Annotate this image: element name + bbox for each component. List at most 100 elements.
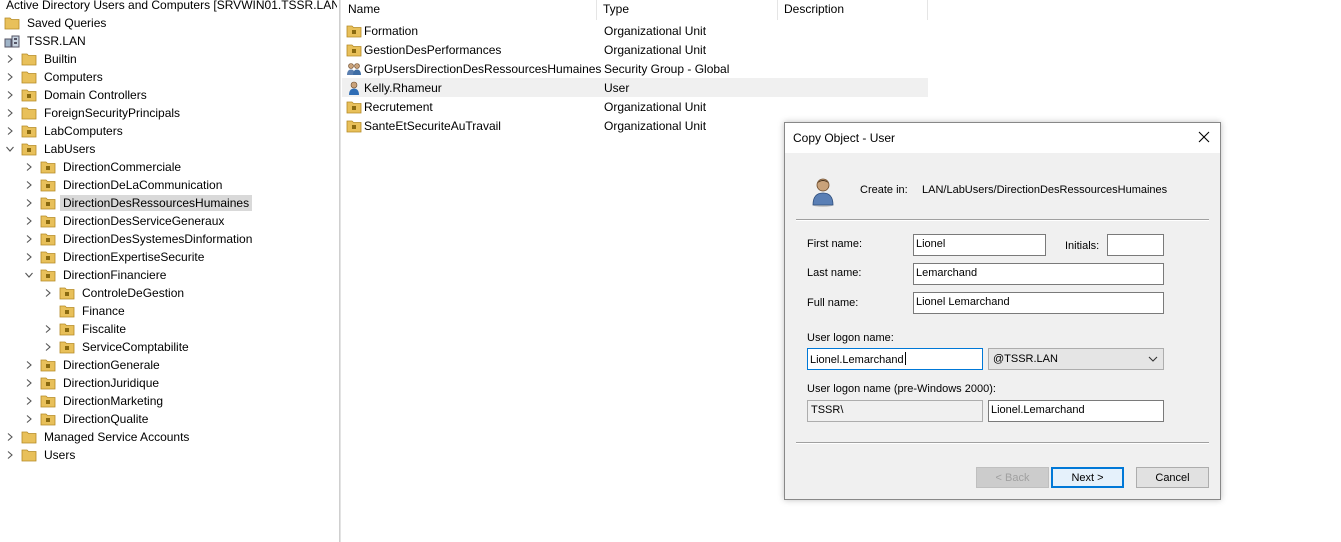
tree-item-direction-commerciale[interactable]: DirectionCommerciale — [23, 158, 184, 176]
list-row-name: Kelly.Rhameur — [364, 80, 442, 95]
chevron-right-icon[interactable] — [42, 320, 54, 338]
chevron-right-icon[interactable] — [4, 86, 16, 104]
separator — [796, 442, 1209, 444]
tree-item-lab-computers[interactable]: LabComputers — [4, 122, 126, 140]
tree-item-direction-communication[interactable]: DirectionDeLaCommunication — [23, 176, 225, 194]
tree-item-computers[interactable]: Computers — [4, 68, 106, 86]
tree-item-users[interactable]: Users — [4, 446, 78, 464]
tree-item-direction-financiere[interactable]: DirectionFinanciere — [23, 266, 169, 284]
chevron-right-icon[interactable] — [42, 284, 54, 302]
list-row[interactable]: Kelly.Rhameur User — [342, 78, 928, 97]
close-icon[interactable] — [1196, 129, 1212, 145]
chevron-right-icon[interactable] — [4, 104, 16, 122]
logon-name-value: Lionel.Lemarchand — [810, 354, 904, 366]
next-button[interactable]: Next > — [1051, 467, 1124, 488]
dialog-titlebar[interactable]: Copy Object - User — [785, 123, 1220, 153]
logon-domain-value: @TSSR.LAN — [993, 353, 1058, 365]
tree-item-fiscalite[interactable]: Fiscalite — [42, 320, 129, 338]
column-header-type[interactable]: Type — [597, 0, 778, 20]
logon-domain-select[interactable]: @TSSR.LAN — [988, 348, 1164, 370]
last-name-field[interactable]: Lemarchand — [913, 263, 1164, 285]
tree-item-direction-ressources-humaines[interactable]: DirectionDesRessourcesHumaines — [23, 194, 253, 212]
tree-item-foreign-security-principals[interactable]: ForeignSecurityPrincipals — [4, 104, 183, 122]
chevron-right-icon[interactable] — [23, 356, 35, 374]
separator — [796, 219, 1209, 221]
tree-item-domain[interactable]: TSSR.LAN — [4, 32, 89, 50]
tree-item-service-comptabilite[interactable]: ServiceComptabilite — [42, 338, 192, 356]
full-name-label: Full name: — [807, 297, 859, 309]
tree-item-managed-service-accounts[interactable]: Managed Service Accounts — [4, 428, 192, 446]
console-tree: Active Directory Users and Computers [SR… — [0, 0, 337, 542]
full-name-field[interactable]: Lionel Lemarchand — [913, 292, 1164, 314]
chevron-right-icon[interactable] — [4, 122, 16, 140]
folder-icon — [21, 448, 37, 462]
chevron-right-icon[interactable] — [42, 338, 54, 356]
tree-item-direction-generale[interactable]: DirectionGenerale — [23, 356, 163, 374]
tree-item-direction-systemes-information[interactable]: DirectionDesSystemesDinformation — [23, 230, 255, 248]
chevron-right-icon[interactable] — [4, 68, 16, 86]
list-row[interactable]: Formation Organizational Unit — [342, 21, 928, 40]
list-row-name: GrpUsersDirectionDesRessourcesHumaines — [364, 61, 602, 76]
initials-field[interactable] — [1107, 234, 1164, 256]
tree-item-label: DirectionMarketing — [63, 394, 164, 408]
chevron-down-icon — [1147, 353, 1159, 365]
group-icon — [346, 62, 362, 76]
list-row-name: Recrutement — [364, 99, 433, 114]
column-header-name[interactable]: Name — [342, 0, 597, 20]
tree-item-direction-marketing[interactable]: DirectionMarketing — [23, 392, 166, 410]
chevron-right-icon[interactable] — [23, 158, 35, 176]
prewin-logon-field[interactable]: Lionel.Lemarchand — [988, 400, 1164, 422]
list-row[interactable]: Recrutement Organizational Unit — [342, 97, 928, 116]
list-row[interactable]: GrpUsersDirectionDesRessourcesHumaines S… — [342, 59, 928, 78]
tree-item-direction-service-generaux[interactable]: DirectionDesServiceGeneraux — [23, 212, 227, 230]
chevron-right-icon[interactable] — [23, 230, 35, 248]
dialog-title: Copy Object - User — [793, 131, 896, 145]
tree-item-label: LabComputers — [44, 124, 123, 138]
chevron-right-icon[interactable] — [23, 410, 35, 428]
chevron-right-icon[interactable] — [4, 446, 16, 464]
column-header-description[interactable]: Description — [778, 0, 928, 20]
pane-splitter[interactable] — [339, 0, 341, 542]
user-icon — [346, 81, 362, 95]
tree-item-direction-expertise-securite[interactable]: DirectionExpertiseSecurite — [23, 248, 207, 266]
tree-item-label: Finance — [82, 304, 125, 318]
tree-item-label: DirectionQualite — [63, 412, 149, 426]
chevron-right-icon[interactable] — [4, 428, 16, 446]
tree-item-label: Fiscalite — [82, 322, 127, 336]
back-button[interactable]: < Back — [976, 467, 1049, 488]
first-name-field[interactable]: Lionel — [913, 234, 1046, 256]
tree-item-label: Managed Service Accounts — [44, 430, 190, 444]
tree-item-finance[interactable]: Finance — [59, 302, 128, 320]
tree-item-label: Builtin — [44, 52, 77, 66]
list-row-type: Organizational Unit — [604, 118, 707, 133]
console-root-title[interactable]: Active Directory Users and Computers [SR… — [6, 0, 337, 12]
chevron-down-icon[interactable] — [23, 266, 35, 284]
tree-item-direction-qualite[interactable]: DirectionQualite — [23, 410, 151, 428]
tree-item-builtin[interactable]: Builtin — [4, 50, 80, 68]
chevron-right-icon[interactable] — [23, 212, 35, 230]
ou-folder-icon — [40, 178, 56, 192]
list-row-name: Formation — [364, 23, 419, 38]
chevron-right-icon[interactable] — [23, 374, 35, 392]
cancel-button[interactable]: Cancel — [1136, 467, 1209, 488]
chevron-right-icon[interactable] — [23, 176, 35, 194]
tree-item-label: DirectionCommerciale — [63, 160, 182, 174]
chevron-right-icon[interactable] — [4, 50, 16, 68]
list-row-type: Organizational Unit — [604, 99, 707, 114]
ou-folder-icon — [21, 124, 37, 138]
tree-item-domain-controllers[interactable]: Domain Controllers — [4, 86, 150, 104]
tree-item-lab-users[interactable]: LabUsers — [4, 140, 98, 158]
list-row[interactable]: GestionDesPerformances Organizational Un… — [342, 40, 928, 59]
chevron-right-icon[interactable] — [23, 392, 35, 410]
chevron-right-icon[interactable] — [23, 248, 35, 266]
tree-item-label: DirectionJuridique — [63, 376, 160, 390]
tree-item-direction-juridique[interactable]: DirectionJuridique — [23, 374, 162, 392]
chevron-down-icon[interactable] — [4, 140, 16, 158]
logon-name-field[interactable]: Lionel.Lemarchand — [807, 348, 983, 370]
tree-item-controle-de-gestion[interactable]: ControleDeGestion — [42, 284, 187, 302]
tree-item-saved-queries[interactable]: Saved Queries — [4, 14, 109, 32]
tree-item-label: ServiceComptabilite — [82, 340, 189, 354]
chevron-right-icon[interactable] — [23, 194, 35, 212]
ou-folder-icon — [21, 142, 37, 156]
prewin-logon-label: User logon name (pre-Windows 2000): — [807, 383, 996, 395]
